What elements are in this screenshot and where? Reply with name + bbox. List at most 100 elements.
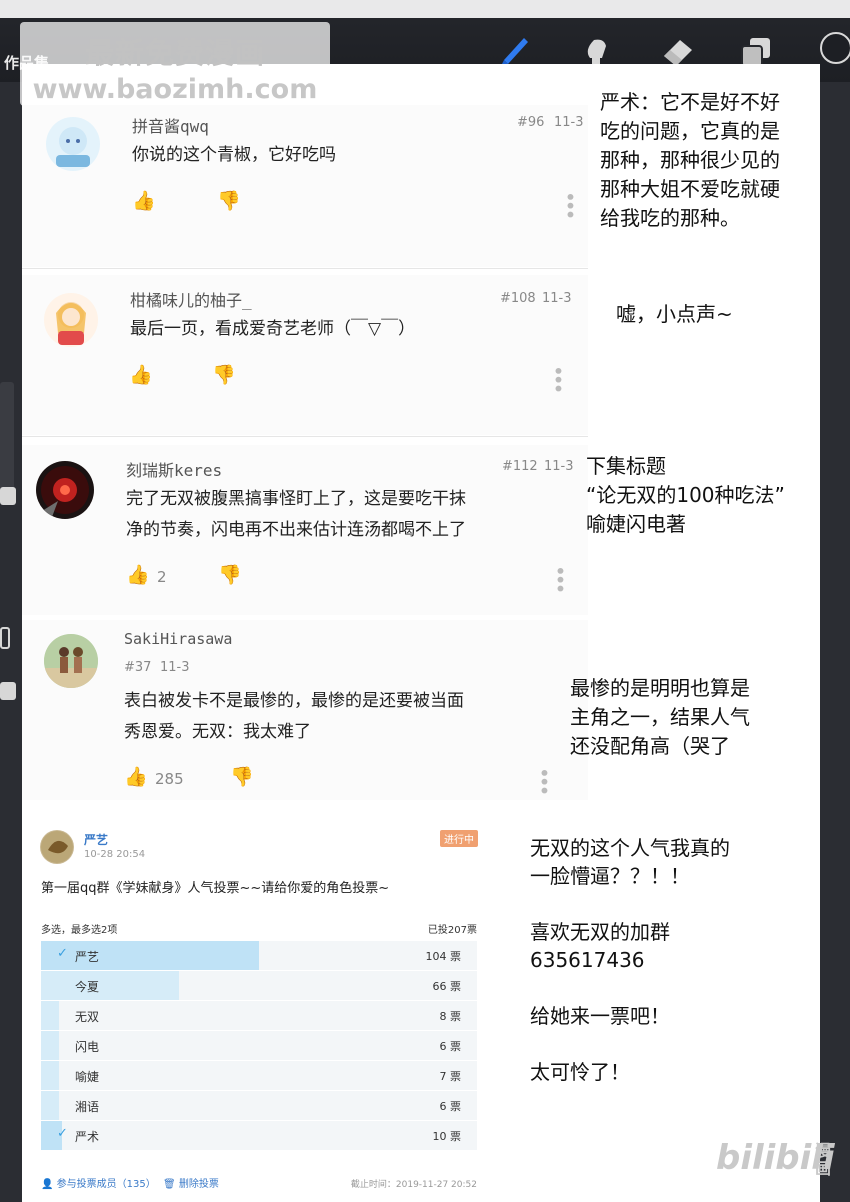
- poll-total: 已投207票: [427, 925, 477, 936]
- note-4: 最惨的是明明也算是 主角之一，结果人气 还没配角高（哭了: [570, 674, 750, 761]
- like-count: 2: [157, 568, 167, 586]
- poll-option-label: 闪电: [75, 1040, 100, 1054]
- poll-option-label: 喻婕: [75, 1070, 100, 1084]
- thumbs-up-icon[interactable]: 👍: [124, 765, 148, 788]
- poll-deadline: 截止时间：2019-11-27 20:52: [350, 1180, 477, 1190]
- watermark-url: www.baozimh.com: [32, 74, 318, 105]
- poll-option-count: 66 票: [432, 980, 462, 993]
- comment-username[interactable]: 柑橘味儿的柚子_: [130, 287, 252, 311]
- thumbs-up-icon[interactable]: 👍: [132, 189, 156, 212]
- comment-floor: #96: [517, 115, 545, 130]
- thumbs-down-icon[interactable]: 👎: [217, 189, 241, 212]
- poll-option-row[interactable]: 闪电 6 票: [41, 1031, 477, 1060]
- brush-size-slider[interactable]: [0, 382, 14, 492]
- thumbs-down-icon[interactable]: 👎: [212, 363, 236, 386]
- comment-text: 最后一页，看成爱奇艺老师（￣▽￣）: [130, 319, 416, 339]
- comment-floor: #37: [124, 660, 152, 675]
- poll-option-bar: [41, 971, 179, 1000]
- more-options-icon[interactable]: •••: [546, 365, 570, 391]
- note-line: 嘘，小点声~: [616, 302, 733, 326]
- avatar[interactable]: [36, 461, 94, 519]
- manga-logo-text: 漫画: [815, 1141, 832, 1178]
- poll-option-label: 无双: [75, 1010, 100, 1024]
- checkmark-icon: ✓: [57, 1126, 68, 1141]
- comment-text-line: 完了无双被腹黑搞事怪盯上了，这是要吃干抹: [126, 489, 466, 509]
- comment-text-line: 秀恩爱。无双：我太难了: [124, 722, 311, 742]
- more-options-icon[interactable]: •••: [532, 767, 556, 793]
- avatar[interactable]: [44, 634, 98, 688]
- comment-username[interactable]: 刻瑞斯keres: [126, 457, 222, 481]
- note-line: 635617436: [530, 948, 645, 972]
- poll-author[interactable]: 严艺: [84, 831, 108, 848]
- comment-date: 11-3: [554, 115, 584, 130]
- note-line: 主角之一，结果人气: [570, 705, 750, 729]
- poll-time: 10-28 20:54: [84, 849, 146, 860]
- poll-option-count: 8 票: [439, 1010, 462, 1023]
- comment-card: 刻瑞斯keres #112 11-3 完了无双被腹黑搞事怪盯上了，这是要吃干抹 …: [22, 445, 588, 615]
- size-slider-handle[interactable]: [0, 487, 16, 505]
- poll-option-row[interactable]: ✓ 严术 10 票: [41, 1121, 477, 1150]
- poll-option-row[interactable]: ✓ 严艺 104 票: [41, 941, 477, 970]
- note-line: 最惨的是明明也算是: [570, 676, 750, 700]
- note-line: 那种大姐不爱吃就硬: [600, 177, 780, 201]
- trash-icon: 🗑: [163, 1179, 176, 1190]
- note-line: “论无双的100种吃法”: [586, 483, 785, 507]
- note-line: 给我吃的那种。: [600, 206, 740, 230]
- poll-option-row[interactable]: 今夏 66 票: [41, 971, 477, 1000]
- note-line: 喻婕闪电著: [586, 512, 686, 536]
- poll-option-count: 104 票: [425, 950, 462, 963]
- poll-mode: 多选，最多选2项: [41, 925, 118, 936]
- note-line: [530, 890, 730, 918]
- poll-option-label: 湘语: [75, 1100, 100, 1114]
- note-line: 给她来一票吧！: [530, 1004, 670, 1028]
- note-line: [530, 1030, 730, 1058]
- poll-card: 严艺 10-28 20:54 进行中 第一届qq群《学妹献身》人气投票~~请给你…: [30, 820, 484, 1200]
- note-line: 太可怜了！: [530, 1060, 630, 1084]
- toolbar-top-strip: [0, 0, 850, 18]
- comment-card: 拼音酱qwq #96 11-3 你说的这个青椒，它好吃吗 👍 👎 •••: [22, 105, 588, 267]
- poll-option-label: 今夏: [75, 980, 100, 994]
- opacity-slider-handle[interactable]: [0, 682, 16, 700]
- comment-text: 你说的这个青椒，它好吃吗: [132, 145, 336, 165]
- thumbs-up-icon[interactable]: 👍: [126, 563, 150, 586]
- comment-date: 11-3: [544, 459, 574, 474]
- color-circle-icon[interactable]: [820, 32, 850, 64]
- note-line: 还没配角高（哭了: [570, 734, 730, 758]
- left-sidebar: [0, 82, 22, 1202]
- comment-username[interactable]: SakiHirasawa: [124, 630, 232, 648]
- note-3: 下集标题 “论无双的100种吃法” 喻婕闪电著: [586, 452, 785, 539]
- poll-title: 第一届qq群《学妹献身》人气投票~~请给你爱的角色投票~: [41, 881, 390, 896]
- poll-option-count: 7 票: [439, 1070, 462, 1083]
- delete-poll-button[interactable]: 🗑 删除投票: [163, 1175, 219, 1190]
- poll-option-bar: [41, 1091, 59, 1120]
- modify-button[interactable]: [0, 627, 10, 649]
- comment-username[interactable]: 拼音酱qwq: [132, 113, 209, 137]
- comment-card: 柑橘味儿的柚子_ #108 11-3 最后一页，看成爱奇艺老师（￣▽￣） 👍 👎…: [22, 275, 588, 435]
- avatar[interactable]: [44, 293, 98, 347]
- note-line: 喜欢无双的加群: [530, 920, 670, 944]
- poll-author-avatar[interactable]: [40, 830, 74, 864]
- more-options-icon[interactable]: •••: [548, 565, 572, 591]
- comment-text-line: 表白被发卡不是最惨的，最惨的是还要被当面: [124, 691, 464, 711]
- poll-option-row[interactable]: 喻婕 7 票: [41, 1061, 477, 1090]
- poll-option-bar: [41, 1001, 59, 1030]
- poll-option-row[interactable]: 湘语 6 票: [41, 1091, 477, 1120]
- more-options-icon[interactable]: •••: [558, 191, 582, 217]
- note-line: 严术：它不是好不好: [600, 90, 780, 114]
- comment-card: SakiHirasawa #37 11-3 表白被发卡不是最惨的，最惨的是还要被…: [22, 620, 588, 800]
- right-edge: [818, 82, 850, 1202]
- watermark-title: 最新免费漫画: [84, 36, 265, 70]
- thumbs-down-icon[interactable]: 👎: [230, 765, 254, 788]
- thumbs-down-icon[interactable]: 👎: [218, 563, 242, 586]
- note-line: 无双的这个人气我真的: [530, 836, 730, 860]
- divider: [22, 436, 588, 437]
- poll-option-row[interactable]: 无双 8 票: [41, 1001, 477, 1030]
- poll-option-label: 严艺: [75, 950, 100, 964]
- note-line: 吃的问题，它真的是: [600, 119, 780, 143]
- avatar[interactable]: [46, 117, 100, 171]
- thumbs-up-icon[interactable]: 👍: [129, 363, 153, 386]
- site-watermark: 最新免费漫画 www.baozimh.com: [20, 22, 330, 106]
- poll-participants-link[interactable]: 👤 参与投票成员（135）: [41, 1175, 156, 1190]
- note-5: 无双的这个人气我真的 一脸懵逼？？！！ 喜欢无双的加群 635617436 给她…: [530, 834, 730, 1086]
- poll-option-count: 6 票: [439, 1040, 462, 1053]
